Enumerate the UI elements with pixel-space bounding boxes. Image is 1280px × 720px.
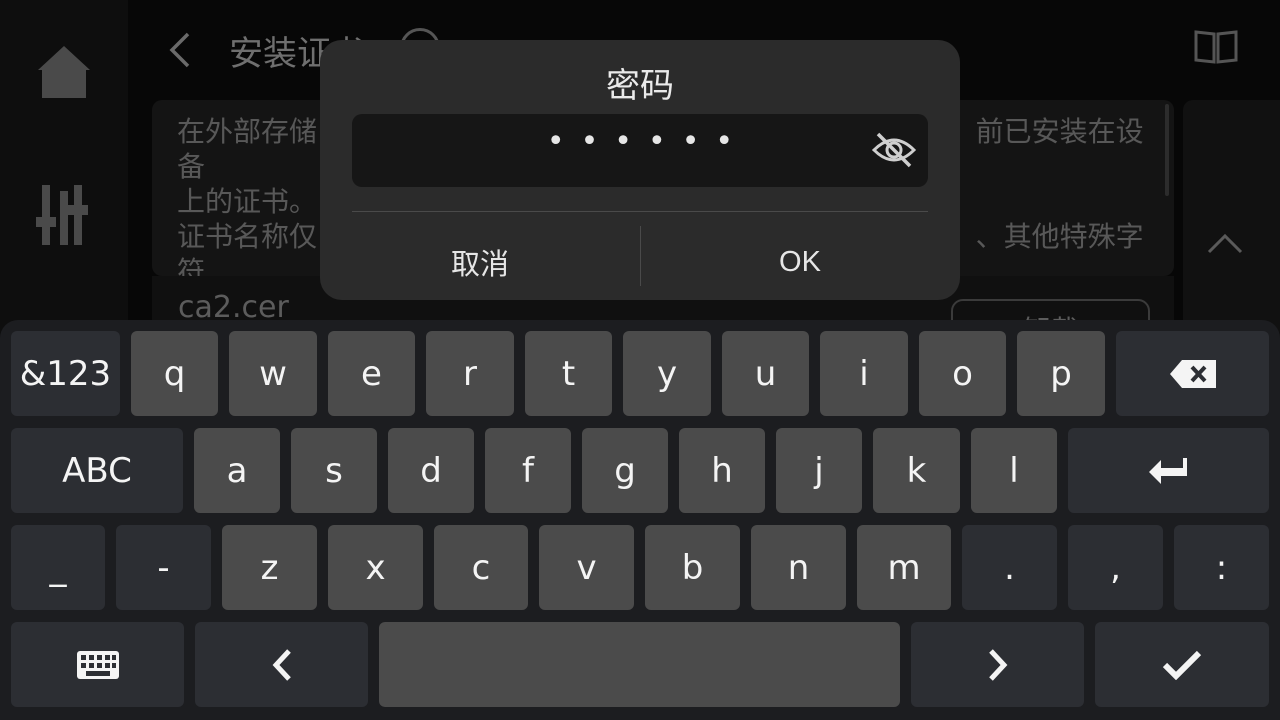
key-label: v (576, 547, 597, 588)
key-label: m (887, 547, 921, 588)
key-cursor-left[interactable] (195, 622, 368, 707)
key-label: w (259, 353, 287, 394)
dialog-divider (352, 211, 928, 212)
key-t[interactable]: t (525, 331, 612, 416)
key-hide-keyboard[interactable] (11, 622, 184, 707)
key-label: r (463, 353, 477, 394)
key-label: _ (49, 547, 67, 588)
key-z[interactable]: z (222, 525, 317, 610)
backspace-icon (1169, 359, 1216, 388)
key-f[interactable]: f (485, 428, 571, 513)
key-i[interactable]: i (820, 331, 908, 416)
scrollbar[interactable] (1165, 104, 1169, 196)
key-p[interactable]: p (1017, 331, 1105, 416)
keyboard-icon (76, 650, 119, 679)
book-icon[interactable] (1194, 28, 1238, 66)
key-e[interactable]: e (328, 331, 415, 416)
enter-icon (1148, 457, 1187, 484)
key-period[interactable]: . (962, 525, 1057, 610)
key-label: q (163, 353, 186, 394)
key-label: j (814, 450, 824, 491)
key-label: e (361, 353, 382, 394)
key-label: o (952, 353, 973, 394)
key-label: s (325, 450, 343, 491)
key-label: d (420, 450, 442, 491)
key-label: . (1004, 547, 1015, 588)
key-label: c (471, 547, 491, 588)
key-cursor-right[interactable] (911, 622, 1084, 707)
key-c[interactable]: c (434, 525, 528, 610)
key-label: t (561, 353, 576, 394)
key-l[interactable]: l (971, 428, 1057, 513)
key-u[interactable]: u (722, 331, 809, 416)
key-k[interactable]: k (873, 428, 960, 513)
key-label: &123 (19, 353, 112, 394)
key-m[interactable]: m (857, 525, 951, 610)
ok-button[interactable]: OK (656, 226, 944, 286)
key-s[interactable]: s (291, 428, 377, 513)
key-j[interactable]: j (776, 428, 862, 513)
key-q[interactable]: q (131, 331, 218, 416)
key-n[interactable]: n (751, 525, 846, 610)
on-screen-keyboard: &123 q w e r t y u i o p ABC a s d f g h… (0, 320, 1280, 720)
key-label: z (260, 547, 279, 588)
key-label: i (859, 353, 869, 394)
right-rail (1183, 100, 1280, 340)
key-space[interactable] (379, 622, 900, 707)
key-h[interactable]: h (679, 428, 765, 513)
key-d[interactable]: d (388, 428, 474, 513)
key-done[interactable] (1095, 622, 1269, 707)
key-label: ABC (62, 450, 132, 491)
key-y[interactable]: y (623, 331, 711, 416)
key-x[interactable]: x (328, 525, 423, 610)
key-o[interactable]: o (919, 331, 1006, 416)
password-mask: •••••• (546, 124, 750, 159)
key-label: - (157, 547, 170, 588)
key-label: u (754, 353, 777, 394)
key-label: b (681, 547, 704, 588)
key-label: p (1050, 353, 1072, 394)
chevron-up-icon[interactable] (1205, 228, 1245, 256)
back-chevron-icon[interactable] (166, 30, 196, 70)
key-label: k (906, 450, 927, 491)
key-backspace[interactable] (1116, 331, 1269, 416)
arrow-left-icon (272, 648, 291, 681)
sliders-icon[interactable] (34, 185, 94, 245)
key-symbols[interactable]: &123 (11, 331, 120, 416)
key-label: a (226, 450, 248, 491)
key-hyphen[interactable]: - (116, 525, 211, 610)
key-colon[interactable]: : (1174, 525, 1269, 610)
dialog-button-divider (640, 226, 641, 286)
key-b[interactable]: b (645, 525, 740, 610)
key-g[interactable]: g (582, 428, 668, 513)
key-a[interactable]: a (194, 428, 280, 513)
key-label: y (656, 353, 678, 394)
key-label: , (1110, 547, 1121, 588)
key-r[interactable]: r (426, 331, 514, 416)
key-enter[interactable] (1068, 428, 1269, 513)
home-icon[interactable] (34, 42, 94, 102)
cancel-button[interactable]: 取消 (336, 226, 624, 286)
key-v[interactable]: v (539, 525, 634, 610)
key-label: l (1009, 450, 1019, 491)
key-comma[interactable]: , (1068, 525, 1163, 610)
key-label: n (787, 547, 810, 588)
key-label: h (711, 450, 733, 491)
key-label: x (365, 547, 386, 588)
key-abc[interactable]: ABC (11, 428, 183, 513)
arrow-right-icon (988, 648, 1007, 681)
dialog-title: 密码 (606, 66, 674, 106)
key-underscore[interactable]: _ (11, 525, 105, 610)
check-icon (1162, 650, 1202, 680)
key-label: f (522, 450, 534, 491)
key-label: : (1215, 547, 1228, 588)
key-w[interactable]: w (229, 331, 317, 416)
key-label: g (614, 450, 636, 491)
eye-off-icon[interactable] (870, 128, 918, 172)
